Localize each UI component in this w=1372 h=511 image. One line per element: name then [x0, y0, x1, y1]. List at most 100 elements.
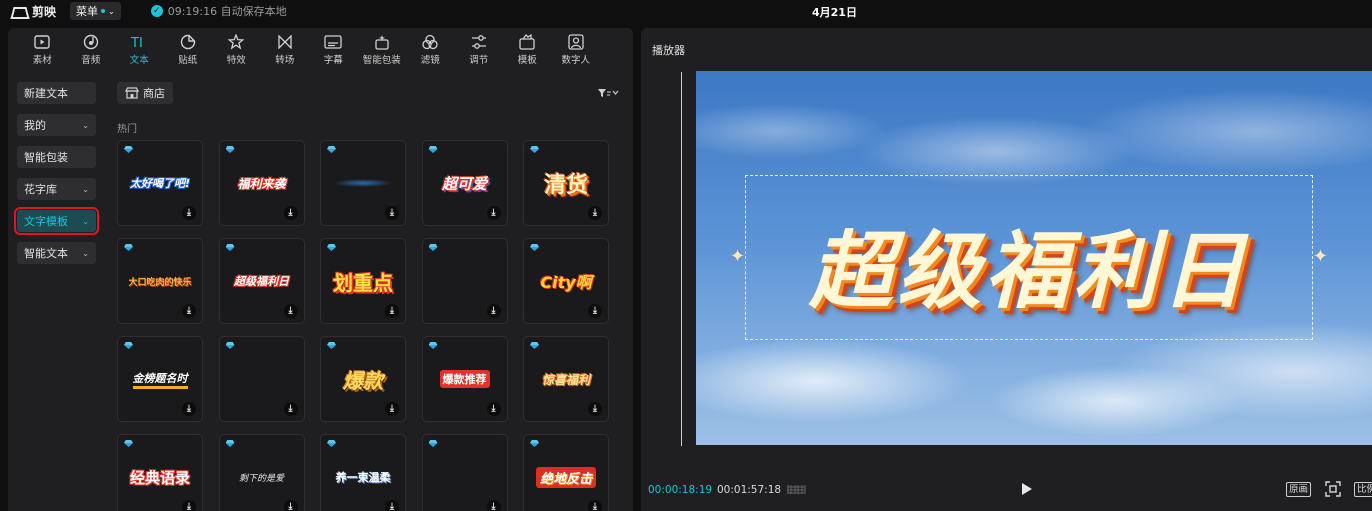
sidebar-item[interactable]: 我的 ⌄ — [17, 114, 96, 136]
sparkle-icon: ✦ — [730, 246, 746, 267]
chevron-down-icon: ⌄ — [108, 6, 115, 16]
player-controls: 00:00:18:19 00:01:57:18 原画 比例 — [641, 473, 1372, 511]
shop-button[interactable]: 商店 — [117, 82, 173, 104]
menu-button[interactable]: 菜单 ⌄ — [70, 2, 121, 20]
template-card[interactable]: 超可爱 ⤓ — [421, 140, 508, 226]
sidebar-item-label: 智能文本 — [24, 247, 68, 260]
tab-audio[interactable]: 音频 — [67, 28, 116, 66]
template-card[interactable]: 超级福利日 ⤓ — [218, 238, 305, 324]
template-card[interactable]: 爆款 ⤓ — [320, 336, 406, 422]
template-card[interactable]: City啊 ⤓ — [523, 238, 609, 324]
chevron-down-icon: ⌄ — [82, 248, 89, 258]
download-icon[interactable]: ⤓ — [182, 402, 196, 416]
diamond-icon — [124, 342, 133, 349]
download-icon[interactable]: ⤓ — [385, 206, 399, 220]
sidebar-item[interactable]: 花字库 ⌄ — [17, 178, 96, 200]
template-text: 绝地反击 — [535, 466, 596, 488]
download-icon[interactable]: ⤓ — [588, 206, 602, 220]
tab-media[interactable]: 素材 — [18, 28, 67, 66]
tab-adjust[interactable]: 调节 — [455, 28, 504, 66]
template-preview — [321, 163, 405, 203]
template-card[interactable]: 金榜题名时 ⤓ — [117, 336, 203, 422]
template-preview: 养一束温柔 — [321, 457, 405, 497]
tab-smart-pack[interactable]: 智能包装 — [358, 28, 407, 66]
download-icon[interactable]: ⤓ — [385, 402, 399, 416]
tab-sticker[interactable]: 贴纸 — [164, 28, 213, 66]
template-card[interactable]: 福利来袭 ⤓ — [218, 140, 305, 226]
template-card[interactable]: 经典语录 ⤓ — [117, 434, 203, 511]
video-preview[interactable]: ✦ ✦ 超级福利日 — [696, 71, 1372, 445]
aspect-ratio-button[interactable]: 比例 — [1354, 482, 1372, 497]
media-icon — [34, 34, 50, 50]
template-card[interactable]: ⤓ — [421, 434, 508, 511]
sidebar-item[interactable]: 智能包装 — [17, 146, 96, 168]
template-card[interactable]: 惊喜福利 ⤓ — [523, 336, 609, 422]
template-card[interactable]: 绝地反击 ⤓ — [523, 434, 609, 511]
sidebar-item-label: 文字模板 — [24, 215, 68, 228]
tab-effects[interactable]: 特效 — [212, 28, 261, 66]
sidebar-item[interactable]: 智能文本 ⌄ — [17, 242, 96, 264]
download-icon[interactable]: ⤓ — [182, 500, 196, 511]
download-icon[interactable]: ⤓ — [182, 206, 196, 220]
download-icon[interactable]: ⤓ — [588, 402, 602, 416]
playhead-line — [681, 72, 682, 446]
overlay-title-text[interactable]: 超级福利日 — [746, 204, 1312, 325]
play-icon[interactable] — [1022, 483, 1032, 495]
download-icon[interactable]: ⤓ — [486, 304, 501, 318]
template-preview: 金榜题名时 — [118, 359, 202, 399]
template-card[interactable]: 剩下的是爱 ⤓ — [218, 434, 305, 511]
tab-template[interactable]: 模板 — [503, 28, 552, 66]
download-icon[interactable]: ⤓ — [283, 402, 298, 416]
tab-caption[interactable]: 字幕 — [309, 28, 358, 66]
template-card[interactable]: 清货 ⤓ — [523, 140, 609, 226]
tab-label: 素材 — [32, 55, 52, 66]
template-card[interactable]: 大口吃肉的快乐 ⤓ — [117, 238, 203, 324]
download-icon[interactable]: ⤓ — [283, 206, 298, 220]
template-card[interactable]: ⤓ — [320, 140, 406, 226]
template-preview: 划重点 — [321, 261, 405, 301]
sidebar-item[interactable]: 文字模板 ⌄ — [14, 207, 99, 235]
waveform-icon[interactable] — [786, 483, 806, 496]
tab-transition[interactable]: 转场 — [261, 28, 310, 66]
diamond-icon — [124, 244, 133, 251]
sort-filter-icon[interactable] — [597, 88, 619, 101]
download-icon[interactable]: ⤓ — [182, 304, 196, 318]
text-selection-box[interactable]: ✦ ✦ 超级福利日 — [730, 175, 1328, 340]
template-card[interactable]: 爆款推荐 ⤓ — [421, 336, 508, 422]
diamond-icon — [530, 244, 539, 251]
template-card[interactable]: 太好喝了吧! ⤓ — [117, 140, 203, 226]
template-text: 剩下的是爱 — [238, 473, 284, 484]
template-preview: 福利来袭 — [220, 163, 304, 203]
download-icon[interactable]: ⤓ — [385, 304, 399, 318]
template-preview: 超级福利日 — [220, 261, 304, 301]
diamond-icon — [429, 146, 438, 153]
download-icon[interactable]: ⤓ — [588, 500, 602, 511]
template-text: 爆款 — [343, 368, 383, 393]
download-icon[interactable]: ⤓ — [283, 304, 298, 318]
download-icon[interactable]: ⤓ — [385, 500, 399, 511]
tab-text[interactable]: TI 文本 — [115, 28, 164, 66]
tab-label: 音频 — [81, 55, 101, 66]
current-timecode: 00:00:18:19 — [648, 484, 713, 496]
diamond-icon — [429, 342, 438, 349]
template-card[interactable]: 划重点 ⤓ — [320, 238, 406, 324]
download-icon[interactable]: ⤓ — [283, 500, 298, 511]
tab-filter[interactable]: 滤镜 — [406, 28, 455, 66]
download-icon[interactable]: ⤓ — [486, 402, 501, 416]
adjust-icon — [471, 34, 487, 50]
svg-text:TI: TI — [130, 36, 143, 49]
diamond-icon — [226, 342, 235, 349]
download-icon[interactable]: ⤓ — [588, 304, 602, 318]
diamond-icon — [226, 146, 235, 153]
app-name: 剪映 — [32, 4, 57, 19]
download-icon[interactable]: ⤓ — [486, 206, 501, 220]
original-quality-button[interactable]: 原画 — [1286, 482, 1312, 497]
template-card[interactable]: 养一束温柔 ⤓ — [320, 434, 406, 511]
tab-avatar[interactable]: 数字人 — [552, 28, 601, 66]
template-card[interactable]: ⤓ — [421, 238, 508, 324]
sidebar-item[interactable]: 新建文本 — [17, 82, 96, 104]
tab-label: 贴纸 — [178, 55, 198, 66]
download-icon[interactable]: ⤓ — [486, 500, 501, 511]
fit-screen-icon[interactable] — [1325, 481, 1341, 497]
template-card[interactable]: ⤓ — [218, 336, 305, 422]
